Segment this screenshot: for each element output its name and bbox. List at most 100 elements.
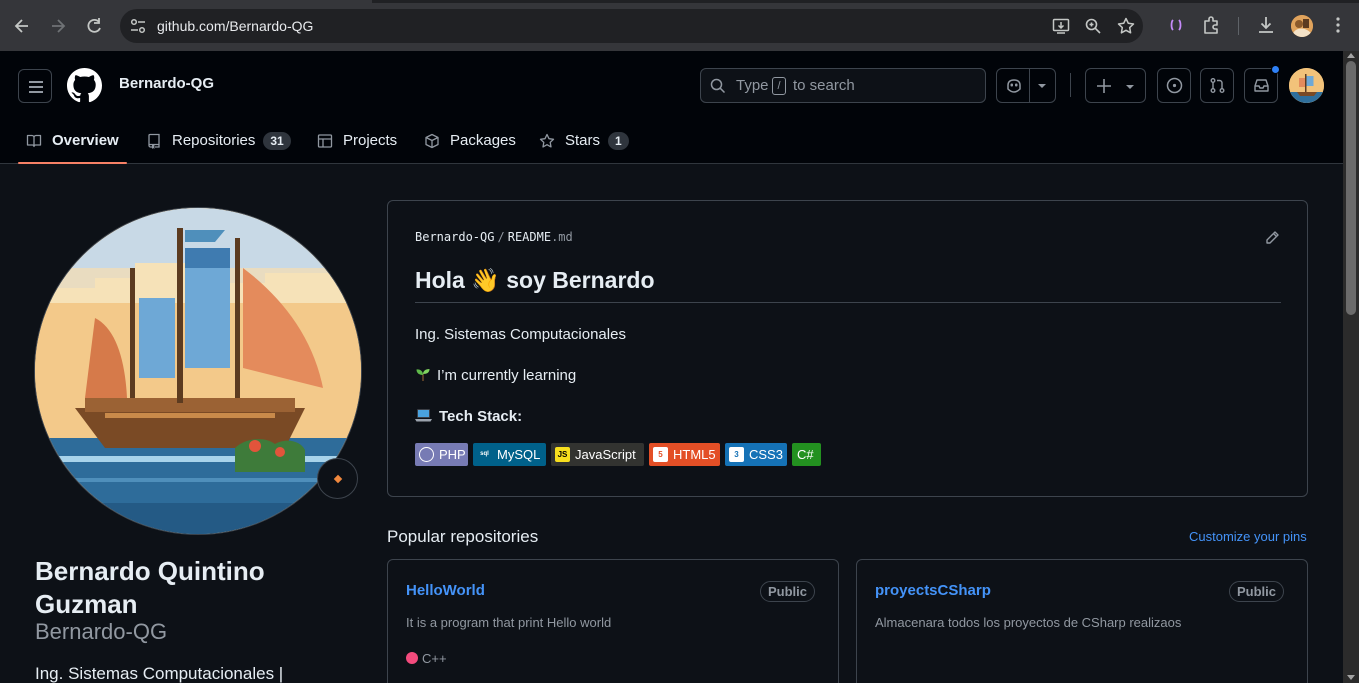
- seedling-icon: [416, 369, 430, 381]
- tab-overview-label: Overview: [52, 132, 119, 149]
- javascript-badge[interactable]: JS JavaScript: [551, 443, 644, 466]
- site-info-icon[interactable]: [128, 16, 148, 36]
- readme-line-stack: Tech Stack:: [415, 407, 522, 425]
- popular-repos-title: Popular repositories: [387, 527, 539, 546]
- readme-file-name[interactable]: README: [508, 230, 551, 244]
- scroll-up-arrow-icon[interactable]: [1347, 53, 1355, 58]
- search-icon: [710, 78, 726, 94]
- repo-name-link[interactable]: proyectsCSharp: [875, 582, 991, 599]
- search-shortcut-key: /: [772, 77, 786, 95]
- pull-requests-button[interactable]: [1200, 68, 1234, 103]
- active-tab-indicator: [18, 162, 127, 164]
- profile-bio: Ing. Sistemas Computacionales |: [35, 664, 284, 683]
- issues-button[interactable]: [1157, 68, 1191, 103]
- profile-avatar[interactable]: [34, 207, 362, 535]
- readme-owner-link[interactable]: Bernardo-QG: [415, 230, 494, 244]
- csharp-badge[interactable]: C#: [792, 443, 821, 466]
- chevron-down-icon: [1126, 85, 1134, 89]
- html5-badge[interactable]: 5 HTML5: [649, 443, 720, 466]
- tab-projects[interactable]: Projects: [317, 117, 397, 164]
- visibility-badge: Public: [1229, 581, 1285, 602]
- html5-icon: 5: [653, 447, 668, 462]
- readme-card: Bernardo-QG / README.md Hola 👋 soy Bernard…: [387, 200, 1308, 497]
- php-icon: [419, 447, 434, 462]
- readme-heading: Hola 👋 soy Bernardo: [415, 267, 655, 293]
- repositories-count-badge: 31: [263, 131, 291, 150]
- set-status-button[interactable]: [317, 458, 358, 499]
- repo-language: C++: [406, 651, 447, 666]
- profile-login: Bernardo-QG: [35, 619, 168, 644]
- create-new-button[interactable]: [1085, 68, 1146, 103]
- search-placeholder-prefix: Type: [736, 77, 769, 94]
- extensions-puzzle-icon[interactable]: [1200, 13, 1224, 37]
- copilot-icon: [1007, 79, 1021, 93]
- chevron-down-icon[interactable]: [1037, 82, 1047, 90]
- repo-card: proyectsCSharp Public Almacenara todos l…: [856, 559, 1308, 683]
- copilot-button[interactable]: [996, 68, 1056, 103]
- table-icon: [317, 133, 333, 148]
- search-input[interactable]: Type / to search: [700, 68, 986, 103]
- profile-full-name: Bernardo Quintino Guzman: [35, 556, 265, 619]
- css3-badge[interactable]: 3 CSS3: [725, 443, 787, 466]
- tab-projects-label: Projects: [343, 132, 398, 149]
- page-scrollbar[interactable]: [1343, 51, 1359, 683]
- tab-repositories-label: Repositories: [172, 132, 256, 149]
- hamburger-menu-button[interactable]: [18, 69, 52, 103]
- readme-stack-text: Tech Stack:: [439, 408, 523, 425]
- profile-picture-icon: [1291, 15, 1313, 37]
- forward-button[interactable]: [45, 13, 71, 39]
- notification-indicator: [1271, 65, 1280, 74]
- extension-brackets-icon[interactable]: [1164, 13, 1188, 37]
- pixel-ship-avatar-icon: [35, 208, 361, 534]
- pencil-icon[interactable]: [1264, 230, 1280, 246]
- plus-icon: [1097, 79, 1111, 93]
- tab-stars[interactable]: Stars 1: [539, 117, 629, 164]
- language-color-dot: [406, 652, 418, 664]
- css3-icon: 3: [729, 447, 744, 462]
- scroll-down-arrow-icon[interactable]: [1347, 675, 1355, 680]
- tab-strip: [0, 0, 1359, 3]
- scrollbar-thumb[interactable]: [1346, 61, 1356, 315]
- customize-pins-link[interactable]: Customize your pins: [1189, 529, 1307, 544]
- tab-stars-label: Stars: [565, 132, 601, 149]
- install-app-icon[interactable]: [1051, 16, 1071, 36]
- download-icon[interactable]: [1254, 13, 1278, 37]
- issue-opened-icon: [1166, 77, 1183, 94]
- bookmark-star-icon[interactable]: [1116, 16, 1136, 36]
- readme-path: Bernardo-QG / README.md: [415, 230, 573, 244]
- tab-repositories[interactable]: Repositories 31: [146, 117, 291, 164]
- arrow-right-icon: [52, 19, 66, 33]
- user-avatar[interactable]: [1289, 68, 1324, 103]
- browser-menu-icon[interactable]: [1326, 13, 1350, 37]
- repo-card: HelloWorld Public It is a program that p…: [387, 559, 839, 683]
- readme-divider: [415, 302, 1281, 303]
- search-placeholder-suffix: to search: [793, 77, 855, 94]
- readme-line-learning: I’m currently learning: [415, 366, 576, 384]
- tab-overview[interactable]: Overview: [26, 117, 119, 164]
- mysql-icon: sql: [480, 451, 489, 457]
- book-icon: [26, 134, 42, 147]
- visibility-badge: Public: [760, 581, 816, 602]
- arrow-left-icon: [14, 19, 28, 33]
- url-text[interactable]: github.com/Bernardo-QG: [157, 9, 313, 43]
- repo-name-link[interactable]: HelloWorld: [406, 582, 485, 599]
- browser-profile-avatar[interactable]: [1291, 15, 1313, 37]
- git-pull-request-icon: [1210, 78, 1225, 93]
- context-username[interactable]: Bernardo-QG: [119, 75, 214, 92]
- github-logo-icon[interactable]: [67, 68, 102, 103]
- tab-packages[interactable]: Packages: [424, 117, 516, 164]
- browser-toolbar: github.com/Bernardo-QG: [0, 0, 1359, 51]
- reload-button[interactable]: [81, 13, 107, 39]
- php-badge[interactable]: PHP: [415, 443, 468, 466]
- zoom-icon[interactable]: [1083, 16, 1103, 36]
- repo-description: It is a program that print Hello world: [406, 615, 612, 630]
- laptop-icon: [415, 409, 432, 422]
- address-bar[interactable]: github.com/Bernardo-QG: [120, 9, 1143, 43]
- tab-packages-label: Packages: [450, 132, 516, 149]
- inbox-icon: [1254, 79, 1269, 92]
- package-icon: [425, 133, 439, 148]
- back-button[interactable]: [9, 13, 35, 39]
- readme-file-ext: .md: [551, 230, 573, 244]
- mysql-badge[interactable]: sql MySQL: [473, 443, 546, 466]
- readme-line-degree: Ing. Sistemas Computacionales: [415, 326, 626, 343]
